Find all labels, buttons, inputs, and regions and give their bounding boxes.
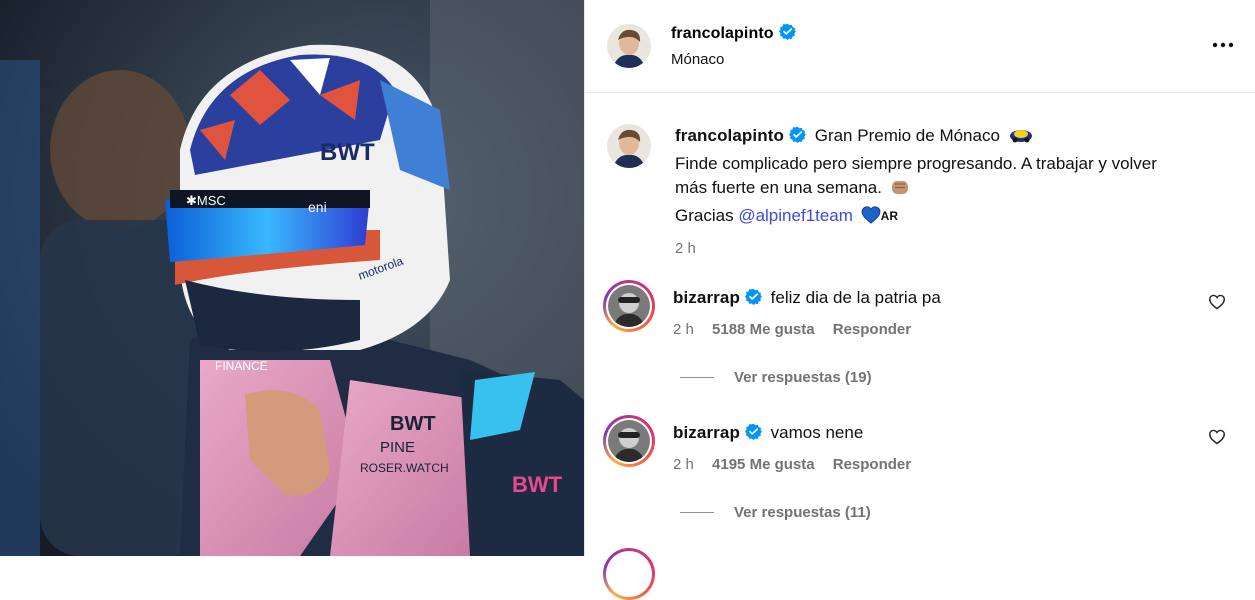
caption-line-2: Finde complicado pero siempre progresand… (675, 153, 1157, 173)
svg-text:✱MSC: ✱MSC (186, 193, 226, 208)
avatar-image (608, 420, 650, 462)
author-username[interactable]: francolapinto (671, 25, 774, 42)
svg-text:eni: eni (308, 199, 327, 215)
driver-helmet-photo: BWT PINE ROSER.WATCH BWT ✱MSC eni BWT mo… (0, 0, 584, 556)
svg-text:BWT: BWT (512, 472, 563, 497)
comment-author[interactable]: bizarrap (673, 423, 740, 442)
post-photo[interactable]: BWT PINE ROSER.WATCH BWT ✱MSC eni BWT mo… (0, 0, 584, 556)
author-avatar[interactable] (607, 24, 651, 68)
flag-text: AR (880, 208, 898, 223)
svg-text:PINE: PINE (380, 439, 415, 456)
caption-line-4: Gracias @alpinef1team AR (675, 204, 1235, 232)
race-car-emoji-icon (1009, 126, 1033, 152)
view-replies-button[interactable]: Ver respuestas (11) (734, 504, 871, 521)
heart-outline-icon[interactable] (1208, 294, 1226, 315)
comment-text: vamos nene (770, 423, 864, 442)
verified-badge-icon (744, 423, 762, 448)
post-detail-panel: francolapinto Mónaco francolapinto Gran … (584, 0, 1255, 600)
caption-line-3-text: más fuerte en una semana. (675, 178, 882, 197)
caption-title: Gran Premio de Mónaco (814, 126, 1000, 145)
reply-button[interactable]: Responder (833, 456, 911, 473)
avatar-image (607, 124, 651, 168)
caption-author-username[interactable]: francolapinto (675, 126, 784, 145)
comment-timestamp[interactable]: 2 h (673, 456, 694, 473)
view-replies-button[interactable]: Ver respuestas (19) (734, 369, 872, 386)
caption-thanks: Gracias (675, 205, 734, 225)
reply-button[interactable]: Responder (833, 321, 911, 338)
avatar-image (607, 24, 651, 68)
replies-divider (680, 512, 714, 513)
verified-badge-icon (778, 23, 796, 45)
svg-text:FINANCE: FINANCE (215, 359, 268, 373)
verified-badge-icon (788, 126, 806, 151)
comment-likes[interactable]: 5188 Me gusta (712, 321, 815, 338)
caption-author-avatar[interactable] (607, 124, 651, 168)
svg-text:ROSER.WATCH: ROSER.WATCH (360, 461, 449, 475)
caption-timestamp[interactable]: 2 h (675, 240, 1235, 257)
blue-heart-icon (861, 205, 881, 232)
mention-link[interactable]: @alpinef1team (738, 206, 853, 225)
commenter-avatar-ring[interactable] (603, 415, 655, 467)
commenter-avatar-ring[interactable] (603, 280, 655, 332)
verified-badge-icon (744, 288, 762, 313)
caption-line-3: más fuerte en una semana. (675, 176, 1235, 204)
post-location[interactable]: Mónaco (671, 51, 724, 68)
replies-divider (680, 377, 714, 378)
svg-text:BWT: BWT (320, 139, 375, 166)
heart-outline-icon[interactable] (1208, 429, 1226, 450)
avatar-image (608, 285, 650, 327)
caption-line-1: francolapinto Gran Premio de Mónaco (675, 124, 1235, 152)
more-options-icon[interactable] (1211, 38, 1235, 50)
post-header: francolapinto Mónaco (585, 0, 1255, 93)
comment-text: feliz dia de la patria pa (770, 288, 941, 307)
fist-bump-emoji-icon (890, 178, 910, 204)
comment-likes[interactable]: 4195 Me gusta (712, 456, 815, 473)
comment-author[interactable]: bizarrap (673, 288, 740, 307)
svg-text:BWT: BWT (390, 413, 436, 435)
comment-timestamp[interactable]: 2 h (673, 321, 694, 338)
